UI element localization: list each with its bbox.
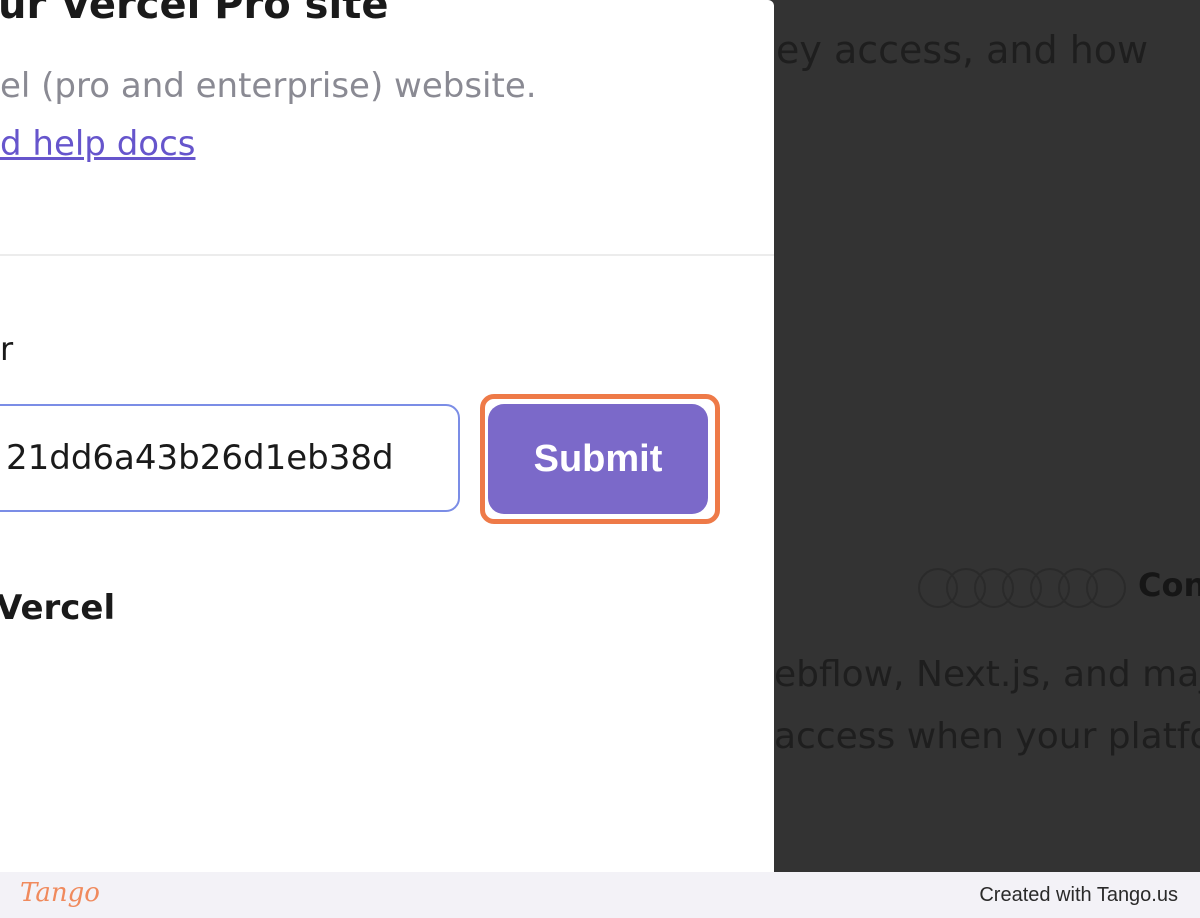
help-docs-link[interactable]: d help docs <box>0 124 195 164</box>
key-input[interactable] <box>0 404 460 512</box>
submit-button[interactable]: Submit <box>488 404 708 514</box>
background-text-line: ebflow, Next.js, and maj <box>774 654 1200 695</box>
background-text-line: ey access, and how <box>776 28 1149 72</box>
vercel-section-heading: Vercel <box>0 588 116 628</box>
integration-logos: Con <box>918 566 1200 610</box>
divider <box>0 254 774 256</box>
modal-description: el (pro and enterprise) website. <box>0 66 537 106</box>
google-cloud-icon <box>1086 568 1126 608</box>
footer-credit: Created with Tango.us <box>979 884 1178 906</box>
logos-label: Con <box>1138 566 1200 604</box>
tango-footer: Tango Created with Tango.us <box>0 872 1200 918</box>
screenshot-stage: ey access, and how Con ebflow, Next.js, … <box>0 0 1200 872</box>
background-text-line: access when your platfo <box>774 716 1200 757</box>
vercel-setup-modal: ur Vercel Pro site el (pro and enterpris… <box>0 0 774 872</box>
field-label: r <box>0 330 14 368</box>
tango-logo: Tango <box>20 878 100 908</box>
modal-title: ur Vercel Pro site <box>0 0 389 28</box>
